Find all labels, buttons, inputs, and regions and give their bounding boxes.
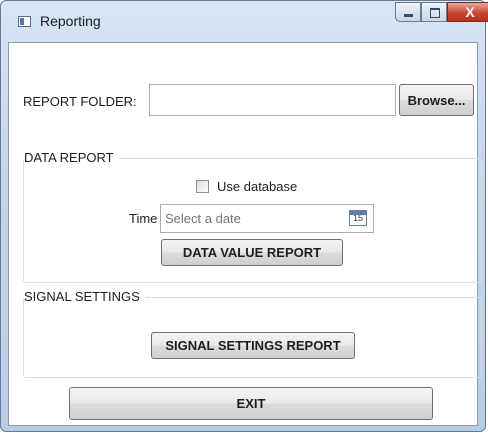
- date-picker-input[interactable]: [160, 204, 374, 233]
- browse-button[interactable]: Browse...: [399, 84, 474, 116]
- title-bar[interactable]: Reporting X: [1, 1, 488, 41]
- use-database-checkbox[interactable]: [196, 180, 209, 193]
- signal-settings-report-button[interactable]: SIGNAL SETTINGS REPORT: [151, 332, 355, 359]
- maximize-icon[interactable]: [421, 2, 447, 22]
- data-value-report-button[interactable]: DATA VALUE REPORT: [161, 239, 343, 266]
- minimize-icon[interactable]: [395, 2, 421, 22]
- window-app-icon: [18, 16, 31, 27]
- signal-settings-header: SIGNAL SETTINGS: [24, 289, 146, 304]
- reporting-window: Reporting X REPORT FOLDER: Browse... DAT…: [0, 0, 488, 432]
- data-report-header: DATA REPORT: [24, 150, 120, 165]
- data-report-group: DATA REPORT Use database Time 15 DATA VA…: [23, 150, 482, 283]
- client-area: REPORT FOLDER: Browse... DATA REPORT Use…: [8, 42, 482, 426]
- window-title: Reporting: [40, 13, 101, 29]
- signal-settings-group: SIGNAL SETTINGS SIGNAL SETTINGS REPORT: [23, 289, 482, 378]
- report-folder-input[interactable]: [149, 84, 396, 116]
- report-folder-label: REPORT FOLDER:: [23, 94, 137, 109]
- time-label: Time: [129, 211, 158, 226]
- caption-buttons: X: [395, 2, 488, 24]
- exit-button[interactable]: EXIT: [69, 387, 433, 420]
- close-icon[interactable]: X: [447, 2, 488, 22]
- use-database-label: Use database: [217, 179, 298, 194]
- calendar-icon[interactable]: 15: [349, 210, 367, 226]
